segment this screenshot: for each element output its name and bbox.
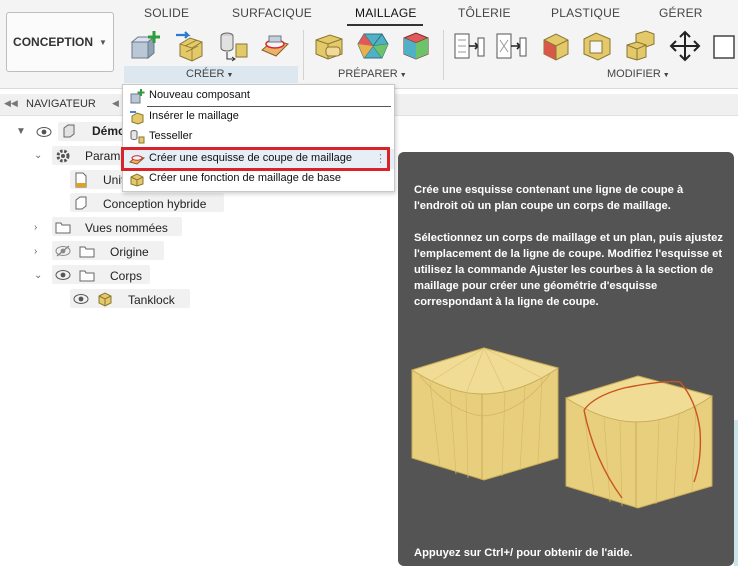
tooltip-help-hint: Appuyez sur Ctrl+/ pour obtenir de l'aid… (414, 547, 633, 559)
workspace-label: CONCEPTION (13, 35, 94, 49)
chevron-right-icon[interactable]: › (34, 246, 37, 257)
plane-cut-tool-icon[interactable] (452, 30, 486, 62)
mesh-section-illustration (564, 375, 714, 509)
repair-body-tool-icon[interactable] (312, 30, 346, 62)
chevron-down-icon[interactable]: ⌄ (34, 150, 42, 161)
eye-icon[interactable] (55, 269, 71, 281)
divider (443, 30, 444, 80)
reduce-tool-icon[interactable] (398, 30, 432, 62)
folder-icon (79, 270, 95, 282)
combine-bodies-tool-icon[interactable] (624, 30, 658, 62)
menu-item-label: Nouveau composant (149, 89, 250, 101)
caret-down-icon: ▼ (662, 72, 670, 79)
tessellate-icon (130, 130, 145, 144)
mesh-combine-tool-icon[interactable] (494, 30, 528, 62)
tree-label-root: Démo (92, 124, 126, 138)
caret-down-icon: ▼ (226, 72, 234, 79)
insert-mesh-icon (130, 111, 144, 125)
menu-item-insert-mesh[interactable]: Insérer le maillage (123, 107, 394, 127)
chevron-down-icon[interactable]: ▼ (16, 126, 26, 137)
tab-surface[interactable]: SURFACIQUE (232, 6, 312, 20)
mesh-block-illustration (410, 347, 560, 481)
base-feature-icon (130, 173, 144, 187)
folder-icon (55, 222, 71, 234)
prepare-group-label[interactable]: PRÉPARER ▼ (338, 68, 407, 80)
collapse-panel-icon[interactable]: ◀◀ (4, 98, 18, 109)
shell-tool-icon[interactable] (580, 30, 614, 62)
menu-item-label: Tesseller (149, 130, 193, 142)
gear-icon (56, 149, 70, 163)
new-component-icon (130, 89, 145, 104)
tessellate-tool-icon[interactable] (216, 30, 250, 62)
menu-item-label: Créer une fonction de maillage de base (149, 172, 342, 184)
component-icon (63, 124, 75, 138)
tab-manage[interactable]: GÉRER (659, 6, 703, 20)
tree-label-design-history: Conception hybride (103, 197, 207, 211)
caret-down-icon: ▼ (99, 37, 107, 47)
tree-label-params: Param (85, 149, 121, 163)
divider (303, 30, 304, 80)
tab-mesh[interactable]: MAILLAGE (355, 6, 417, 20)
modify-group-label[interactable]: MODIFIER ▼ (607, 68, 670, 80)
workspace-switcher[interactable]: CONCEPTION ▼ (6, 12, 114, 72)
document-icon (75, 172, 87, 188)
tree-label-named-views: Vues nommées (85, 221, 168, 235)
insert-mesh-tool-icon[interactable] (174, 30, 208, 62)
create-dropdown-menu: Nouveau composant Insérer le maillage Te… (122, 84, 395, 192)
erase-fill-tool-icon[interactable] (538, 30, 572, 62)
menu-item-tessellate[interactable]: Tesseller (123, 127, 394, 147)
tree-label-bodies: Corps (110, 269, 143, 283)
folder-icon (79, 246, 95, 258)
tooltip-instructions: Sélectionnez un corps de maillage et un … (414, 232, 723, 308)
align-tool-icon[interactable] (710, 30, 738, 62)
tooltip-description: Crée une esquisse contenant une ligne de… (414, 184, 684, 212)
remesh-tool-icon[interactable] (356, 30, 390, 62)
menu-item-base-mesh-feature[interactable]: Créer une fonction de maillage de base (123, 169, 394, 189)
toolbar: CONCEPTION ▼ SOLIDE SURFACIQUE MAILLAGE … (0, 0, 738, 89)
highlight-box (121, 147, 390, 171)
menu-item-new-component[interactable]: Nouveau composant (123, 86, 394, 106)
caret-down-icon: ▼ (399, 72, 407, 79)
menu-item-label: Insérer le maillage (149, 110, 239, 122)
active-tab-indicator (347, 24, 423, 26)
collapse-panel-icon[interactable]: ◀ (112, 98, 119, 109)
eye-icon[interactable] (36, 126, 52, 138)
mesh-section-sketch-tool-icon[interactable] (258, 30, 292, 62)
tab-sheet-metal[interactable]: TÔLERIE (458, 6, 511, 20)
design-type-icon (75, 196, 87, 210)
chevron-down-icon[interactable]: ⌄ (34, 270, 42, 281)
eye-icon[interactable] (73, 293, 89, 305)
tooltip-panel: Crée une esquisse contenant une ligne de… (398, 152, 734, 566)
create-group-label[interactable]: CRÉER ▼ (186, 68, 233, 80)
move-copy-tool-icon[interactable] (668, 30, 702, 62)
eye-hidden-icon[interactable] (55, 245, 71, 257)
mesh-body-icon (98, 292, 112, 307)
tree-label-origin: Origine (110, 245, 149, 259)
canvas-edge (734, 420, 738, 566)
tab-solid[interactable]: SOLIDE (144, 6, 189, 20)
new-component-tool-icon[interactable] (128, 30, 162, 62)
chevron-right-icon[interactable]: › (34, 222, 37, 233)
navigator-title: NAVIGATEUR (26, 98, 96, 110)
tree-label-body-tanklock: Tanklock (128, 293, 175, 307)
tab-plastic[interactable]: PLASTIQUE (551, 6, 620, 20)
